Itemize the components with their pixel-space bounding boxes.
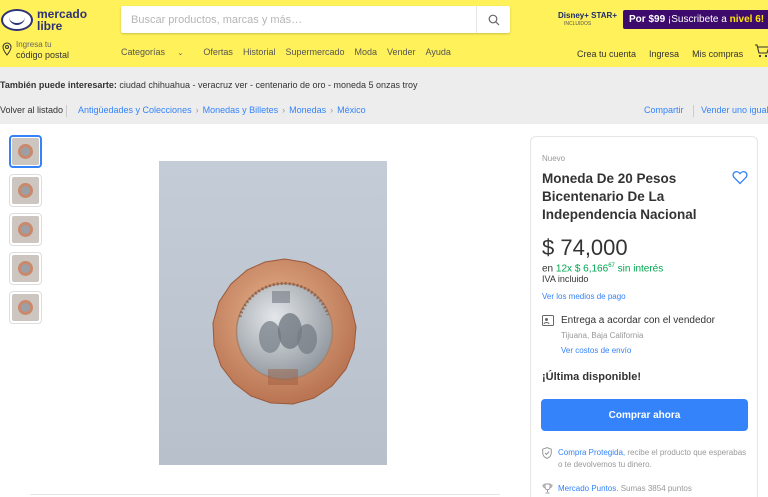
location-selector[interactable]: Ingresa tu código postal: [2, 40, 69, 60]
logo-line2: libre: [37, 19, 63, 33]
purchase-protection: Compra Protegida, recibe el producto que…: [558, 447, 748, 471]
breadcrumb-item[interactable]: Monedas y Billetes: [203, 105, 279, 115]
coin-thumbnail-image: [12, 138, 39, 165]
nav-item-historial[interactable]: Historial: [243, 47, 276, 57]
divider: [693, 105, 694, 117]
shipping-location: Tijuana, Baja California: [561, 331, 644, 340]
shipping-costs-link[interactable]: Ver costos de envío: [561, 346, 631, 355]
nav-item-ofertas[interactable]: Ofertas: [203, 47, 233, 57]
chevron-right-icon: ›: [330, 105, 334, 115]
search-button[interactable]: [476, 6, 510, 33]
installments-cents: 67: [608, 263, 615, 269]
chevron-right-icon: ›: [282, 105, 286, 115]
promo-price: Por $99: [629, 14, 666, 25]
promo-incluidos-text: INCLUIDOS: [564, 20, 592, 27]
protection-link[interactable]: Compra Protegida,: [558, 448, 625, 457]
promo-disney-text: Disney+ STAR+: [558, 10, 617, 20]
chevron-right-icon: ›: [195, 105, 199, 115]
heart-icon[interactable]: [732, 170, 748, 185]
main-nav: Categorías ⌄ Ofertas Historial Supermerc…: [121, 47, 461, 57]
divider: [66, 105, 67, 117]
user-nav: Crea tu cuenta Ingresa Mis compras: [577, 49, 756, 59]
agreement-icon: [542, 315, 554, 326]
breadcrumb-item[interactable]: Monedas: [289, 105, 326, 115]
installments: en 12x $ 6,16667 sin interés: [542, 263, 663, 274]
breadcrumb-item[interactable]: Antigüedades y Colecciones: [78, 105, 192, 115]
installments-prefix: en: [542, 263, 554, 275]
related-searches-items[interactable]: ciudad chihuahua - veracruz ver - centen…: [119, 80, 417, 90]
logo-text: mercado libre: [37, 8, 87, 32]
create-account-link[interactable]: Crea tu cuenta: [577, 49, 636, 59]
buy-now-button[interactable]: Comprar ahora: [541, 399, 748, 431]
gallery-thumbnail[interactable]: [9, 213, 42, 246]
related-searches-label: También puede interesarte:: [0, 80, 117, 90]
nav-item-supermercado[interactable]: Supermercado: [285, 47, 344, 57]
related-searches: También puede interesarte: ciudad chihua…: [0, 80, 418, 90]
gallery-thumbnail[interactable]: [9, 174, 42, 207]
disney-star-logo: Disney+ STAR+ INCLUIDOS: [558, 11, 620, 29]
nav-label: Categorías: [121, 47, 166, 57]
login-link[interactable]: Ingresa: [649, 49, 679, 59]
search-bar: [121, 6, 510, 33]
breadcrumb-row: Volver al listado Antigüedades y Colecci…: [0, 105, 768, 119]
stock-status: ¡Última disponible!: [542, 371, 641, 383]
coin-thumbnail-image: [12, 294, 39, 321]
sell-similar-link[interactable]: Vender uno igual: [701, 105, 768, 115]
product-info-card: Nuevo Moneda De 20 Pesos Bicentenario De…: [530, 136, 758, 497]
search-input[interactable]: [121, 6, 466, 33]
points-link[interactable]: Mercado Puntos.: [558, 484, 618, 493]
mercado-libre-logo[interactable]: mercado libre: [1, 5, 93, 35]
location-line2: código postal: [16, 50, 70, 60]
share-link[interactable]: Compartir: [644, 105, 684, 115]
condition-label: Nuevo: [542, 154, 566, 163]
shield-icon: [542, 447, 552, 459]
installments-amount: $ 6,166: [574, 263, 609, 275]
nav-item-moda[interactable]: Moda: [355, 47, 378, 57]
iva-note: IVA incluido: [542, 274, 589, 284]
coin-thumbnail-image: [12, 216, 39, 243]
promo-text: ¡Suscribete a: [667, 14, 727, 25]
chevron-down-icon: ⌄: [177, 50, 184, 57]
gallery-thumbnail[interactable]: [9, 252, 42, 285]
loyalty-points: Mercado Puntos. Sumas 3854 puntos: [558, 484, 692, 493]
back-to-list-link[interactable]: Volver al listado: [0, 105, 63, 115]
location-pin-icon: [2, 42, 12, 56]
installments-count: 12x: [555, 263, 573, 275]
shipping-info: Entrega a acordar con el vendedor: [561, 315, 715, 326]
breadcrumb: Antigüedades y Colecciones › Monedas y Bil…: [78, 105, 366, 115]
coin-image: [212, 258, 357, 405]
nav-item-categorias[interactable]: Categorías ⌄: [121, 47, 193, 57]
trophy-icon: [542, 483, 553, 494]
promo-level: nivel 6!: [729, 14, 765, 25]
header: mercado libre Disney+ STAR+ INCLUIDOS Po…: [0, 0, 768, 67]
product-price: $ 74,000: [542, 235, 628, 260]
nav-item-ayuda[interactable]: Ayuda: [426, 47, 451, 57]
nav-item-vender[interactable]: Vender: [387, 47, 416, 57]
coin-thumbnail-image: [12, 255, 39, 282]
my-purchases-link[interactable]: Mis compras: [692, 49, 743, 59]
search-icon: [488, 14, 499, 25]
location-line1: Ingresa tu: [16, 40, 52, 49]
points-text: Sumas 3854 puntos: [620, 484, 692, 493]
breadcrumb-item[interactable]: México: [337, 105, 366, 115]
gallery-thumbnail[interactable]: [9, 135, 42, 168]
product-title: Moneda De 20 Pesos Bicentenario De La In…: [542, 171, 697, 222]
coin-thumbnail-image: [12, 177, 39, 204]
installments-suffix: sin interés: [617, 263, 664, 275]
handshake-icon: [1, 9, 33, 31]
subscription-promo[interactable]: Disney+ STAR+ INCLUIDOS Por $99 ¡Suscrib…: [558, 10, 768, 29]
payment-methods-link[interactable]: Ver los medios de pago: [542, 292, 626, 301]
divider: [30, 494, 500, 495]
subscribe-badge[interactable]: Por $99 ¡Suscribete a nivel 6!: [623, 10, 768, 29]
gallery-thumbnail[interactable]: [9, 291, 42, 324]
cart-icon[interactable]: [754, 44, 768, 58]
